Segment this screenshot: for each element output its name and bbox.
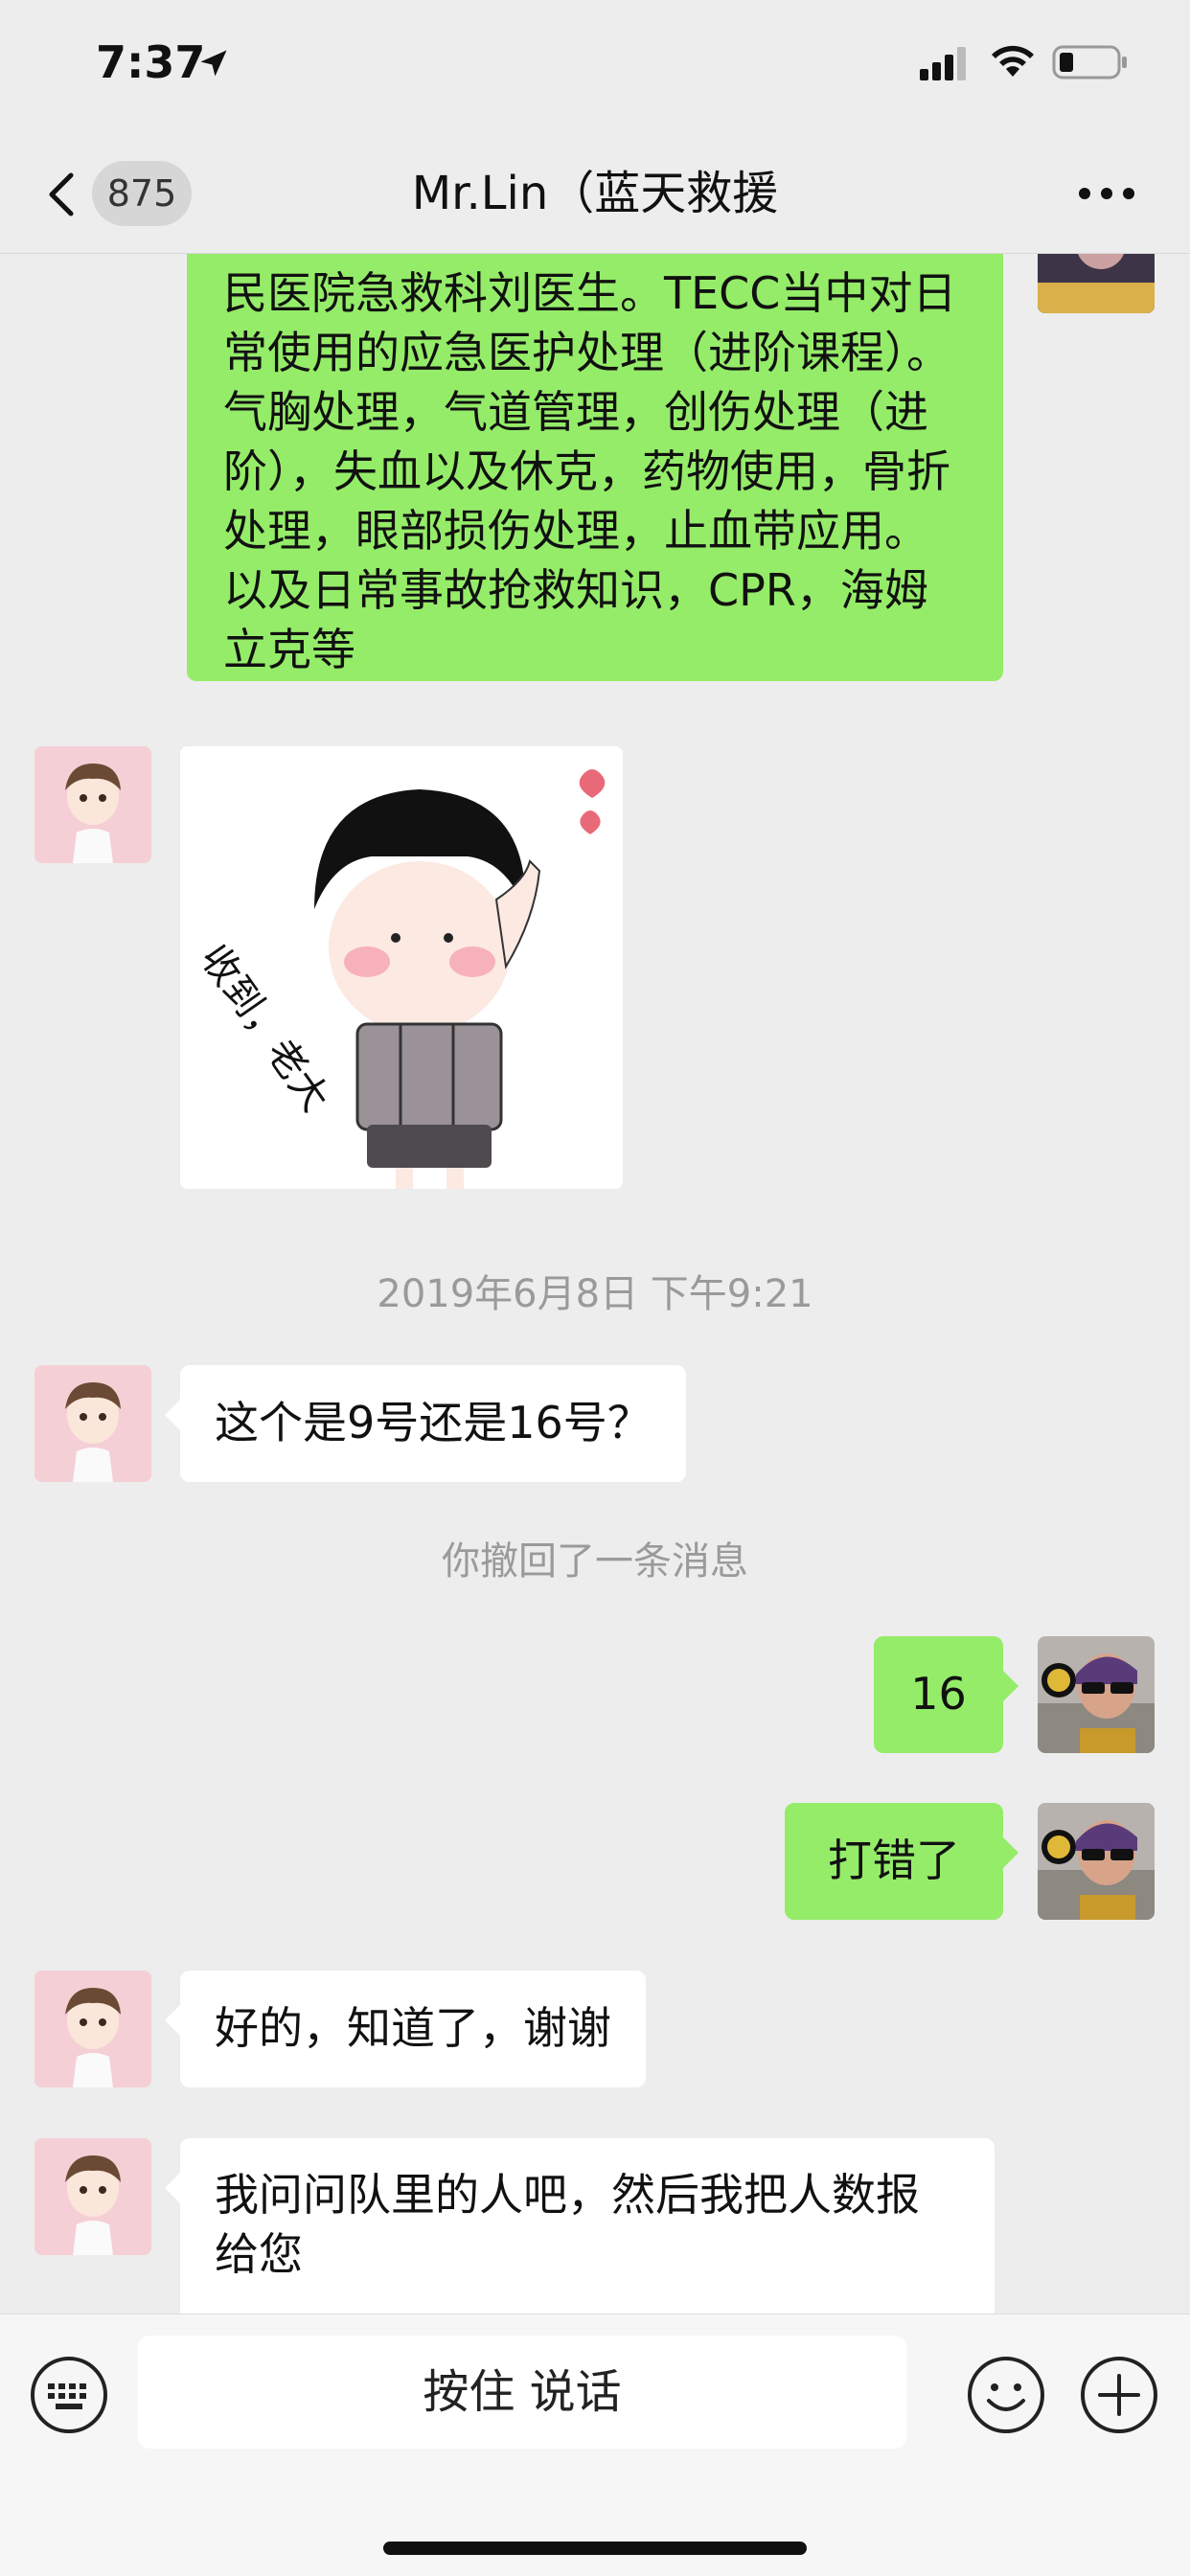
- incoming-message[interactable]: 好的，知道了，谢谢: [165, 1971, 646, 2087]
- message-text: 好的，知道了，谢谢: [215, 2002, 611, 2054]
- outgoing-message[interactable]: 打错了: [785, 1803, 1018, 1920]
- emoji-icon[interactable]: [966, 2355, 1046, 2435]
- chevron-left-icon: [49, 172, 74, 217]
- incoming-message[interactable]: 我问问队里的人吧，然后我把人数报给您: [165, 2138, 995, 2314]
- incoming-message[interactable]: 这个是9号还是16号？: [165, 1365, 686, 1482]
- my-avatar[interactable]: [1038, 254, 1155, 313]
- recall-notice: 你撤回了一条消息: [442, 1539, 748, 1584]
- more-options-icon[interactable]: [1073, 172, 1140, 215]
- my-avatar[interactable]: [1038, 1636, 1155, 1753]
- message-text: 16: [910, 1668, 967, 1720]
- back-button[interactable]: 875: [38, 159, 230, 228]
- chat-title: Mr.Lin（蓝天救援: [411, 167, 779, 220]
- input-bar: 按住 说话: [0, 2314, 1190, 2576]
- message-text: 民医院急救科刘医生。TECC当中对日常使用的应急医护处理（进阶课程）。气胸处理，…: [223, 267, 957, 675]
- chat-header: 875 Mr.Lin（蓝天救援: [0, 134, 1190, 254]
- contact-avatar[interactable]: [34, 2138, 151, 2255]
- cartoon-boy-avatar-icon: [34, 1971, 151, 2087]
- cartoon-boy-avatar-icon: [34, 746, 151, 863]
- contact-avatar[interactable]: [34, 746, 151, 863]
- contact-avatar[interactable]: [34, 1365, 151, 1482]
- unread-count-badge: 875: [92, 161, 192, 226]
- message-list[interactable]: 民医院急救科刘医生。TECC当中对日常使用的应急医护处理（进阶课程）。气胸处理，…: [0, 254, 1190, 2314]
- cartoon-boy-avatar-icon: [34, 2138, 151, 2255]
- outgoing-message[interactable]: 16: [874, 1636, 1018, 1753]
- location-arrow-icon: [200, 50, 227, 77]
- keyboard-toggle-icon[interactable]: [29, 2355, 109, 2435]
- message-timestamp: 2019年6月8日 下午9:21: [377, 1272, 813, 1316]
- cartoon-boy-avatar-icon: [34, 1365, 151, 1482]
- cellular-signal-icon: [920, 47, 966, 80]
- home-indicator: [383, 2542, 807, 2555]
- cartoon-salute-sticker-icon: 收到，老大: [180, 746, 623, 1189]
- status-bar: 7:37: [0, 0, 1190, 134]
- user-photo-icon: [1038, 254, 1155, 313]
- outgoing-message[interactable]: 民医院急救科刘医生。TECC当中对日常使用的应急医护处理（进阶课程）。气胸处理，…: [187, 254, 1003, 681]
- sticker-image[interactable]: 收到，老大: [180, 746, 623, 1189]
- user-photo-icon: [1038, 1636, 1155, 1753]
- my-avatar[interactable]: [1038, 1803, 1155, 1920]
- message-text: 打错了: [828, 1835, 960, 1886]
- user-photo-icon: [1038, 1803, 1155, 1920]
- hold-to-talk-button[interactable]: 按住 说话: [138, 2336, 906, 2449]
- contact-avatar[interactable]: [34, 1971, 151, 2087]
- battery-icon: [1052, 45, 1127, 80]
- status-time: 7:37: [96, 36, 206, 88]
- wifi-icon: [992, 45, 1034, 77]
- message-text: 这个是9号还是16号？: [215, 1397, 652, 1448]
- message-text: 我问问队里的人吧，然后我把人数报给您: [215, 2169, 920, 2280]
- plus-icon[interactable]: [1079, 2355, 1159, 2435]
